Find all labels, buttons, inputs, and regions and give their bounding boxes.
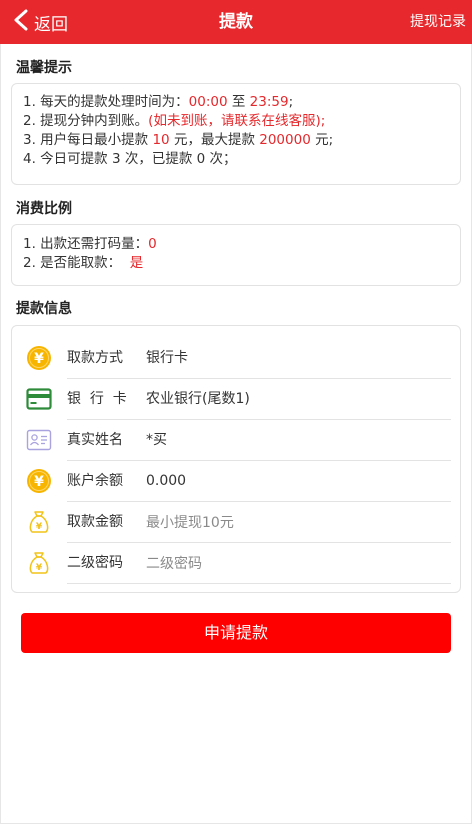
withdraw-records-link[interactable]: 提现记录 [410,0,466,44]
tip-line-3: 3. 用户每日最小提款 10 元，最大提款 200000 元; [23,132,334,148]
row-real-name: 真实姓名 *买 [25,420,451,461]
method-value: 银行卡 [146,350,188,366]
row-method[interactable]: ¥ 取款方式 银行卡 [25,338,451,379]
tip-line-2: 2. 提现分钟内到账。(如未到账，请联系在线客服); [23,113,326,129]
start-time: 00:00 [188,94,228,110]
real-name-value: *买 [146,432,167,448]
withdraw-info-card: ¥ 取款方式 银行卡 银 行 卡 农业银行(尾数1) 真实姓名 *买 ¥ 账户余… [11,325,461,593]
password-label: 二级密码 [67,555,123,571]
can-withdraw: 是 [129,255,144,271]
row-bank-card[interactable]: 银 行 卡 农业银行(尾数1) [25,379,451,420]
real-name-label: 真实姓名 [67,432,123,448]
turnover-required: 0 [148,236,157,252]
svg-text:¥: ¥ [36,563,43,573]
balance-value: 0.000 [146,473,187,489]
bank-card-label: 银 行 卡 [67,391,127,407]
max-amount: 200000 [259,132,311,148]
id-card-icon [26,427,52,453]
balance-label: 账户余额 [67,473,123,489]
tip-line-4: 4. 今日可提款 3 次，已提款 0 次； [23,151,237,167]
yen-coin-icon: ¥ [26,468,52,494]
secondary-password-input[interactable] [146,548,446,579]
tips-card: 1. 每天的提款处理时间为：00:00 至 23:59; 2. 提现分钟内到账。… [11,83,461,185]
tip-note: (如未到账，请联系在线客服); [148,113,326,129]
method-label: 取款方式 [67,350,123,366]
row-amount: ¥ 取款金额 [25,502,451,543]
amount-label: 取款金额 [67,514,123,530]
info-title: 提款信息 [16,301,72,317]
money-bag-icon: ¥ [26,509,52,535]
page-title: 提款 [219,12,253,32]
money-bag-icon: ¥ [26,550,52,576]
amount-input[interactable] [146,507,446,538]
ratio-card: 1. 出款还需打码量：0 2. 是否能取款： 是 [11,224,461,286]
top-bar: 返回 提款 提现记录 [0,0,472,44]
svg-text:¥: ¥ [36,522,43,532]
svg-text:¥: ¥ [34,351,44,367]
ratio-line-1: 1. 出款还需打码量：0 [23,236,157,252]
end-time: 23:59 [249,94,289,110]
svg-text:¥: ¥ [34,474,44,490]
row-password: ¥ 二级密码 [25,543,451,584]
ratio-title: 消费比例 [16,201,72,217]
tip-line-1: 1. 每天的提款处理时间为：00:00 至 23:59; [23,94,294,110]
ratio-line-2: 2. 是否能取款： 是 [23,255,144,271]
bank-card-value: 农业银行(尾数1) [146,391,250,407]
min-amount: 10 [152,132,170,148]
row-balance: ¥ 账户余额 0.000 [25,461,451,502]
tips-title: 温馨提示 [16,60,72,76]
apply-withdraw-button[interactable]: 申请提款 [21,613,451,653]
yen-coin-icon: ¥ [26,345,52,371]
bank-card-icon [26,386,52,412]
